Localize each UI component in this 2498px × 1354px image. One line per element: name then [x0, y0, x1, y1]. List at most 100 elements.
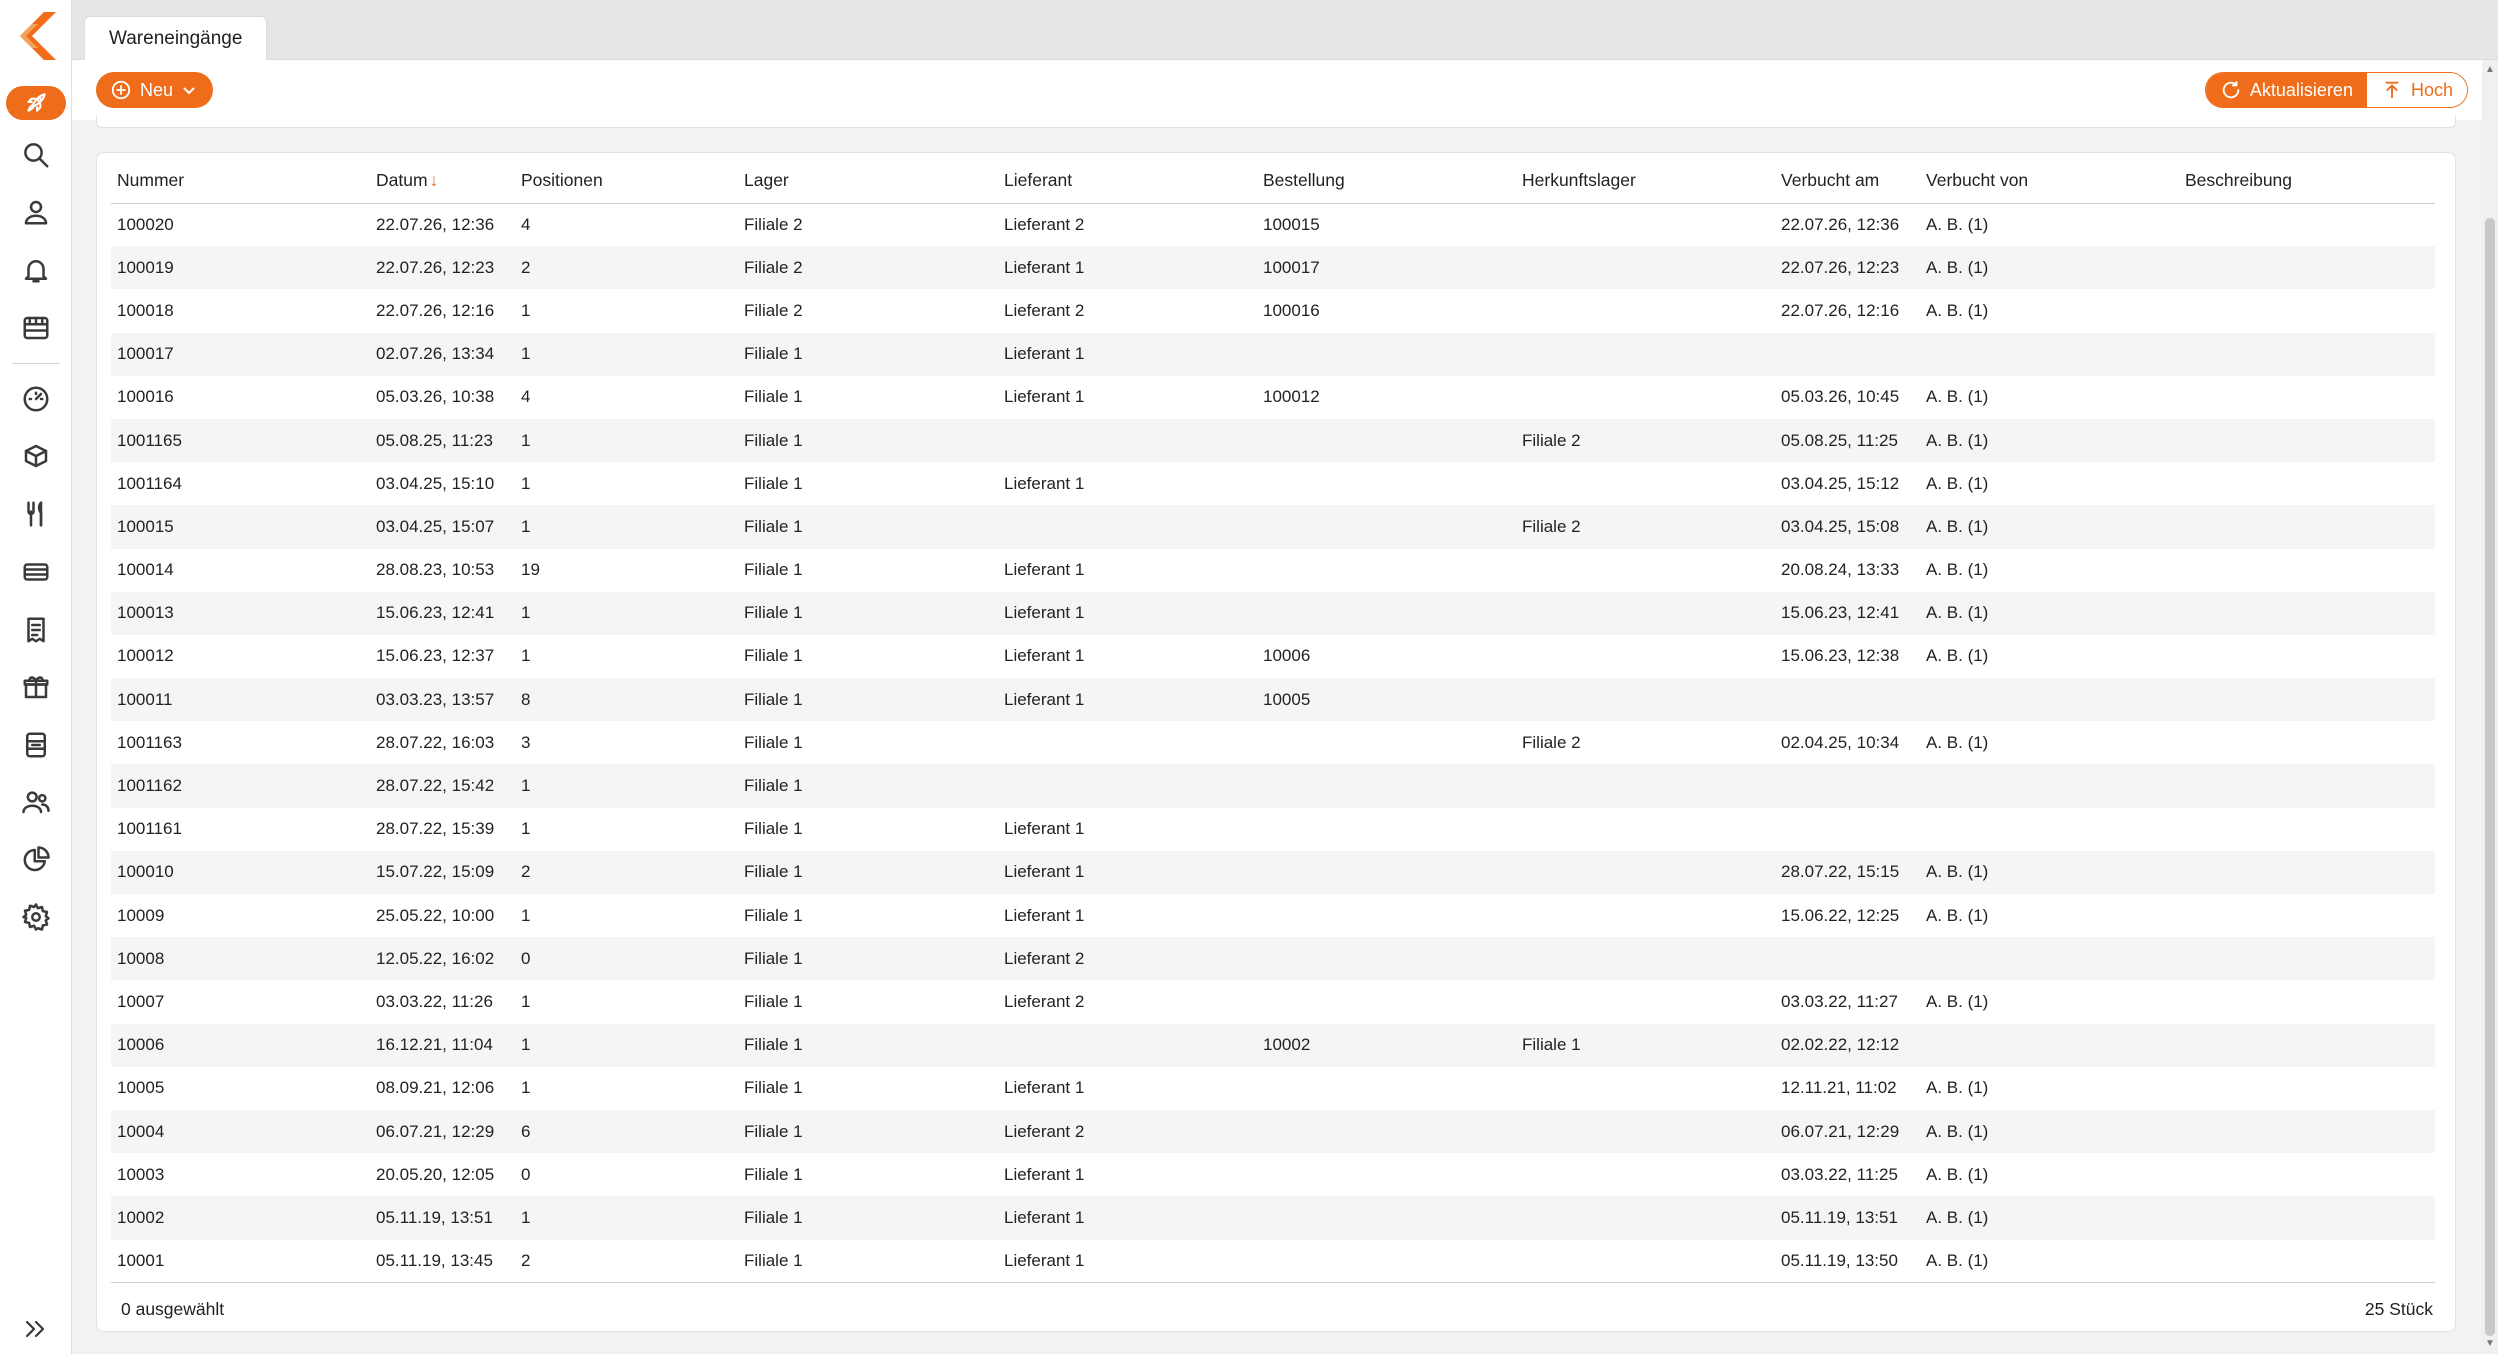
toolbar: Neu Aktualisieren Hoch	[72, 60, 2482, 120]
people-icon[interactable]	[18, 784, 54, 820]
table-row[interactable]: 100020 22.07.26, 12:36 4 Filiale 2 Lieferant…	[111, 203, 2435, 246]
table-cell: 03.03.22, 11:26	[376, 991, 493, 1011]
store-icon[interactable]	[18, 310, 54, 346]
table-row[interactable]: 10009 25.05.22, 10:00 1 Filiale 1 Lieferant …	[111, 894, 2435, 937]
arrow-down-icon: ↓	[429, 170, 439, 191]
rocket-icon[interactable]	[6, 86, 66, 120]
ticket-icon[interactable]	[18, 554, 54, 590]
search-icon[interactable]	[18, 137, 54, 173]
table-cell	[1920, 808, 2179, 851]
table-row[interactable]: 1001164 03.04.25, 15:10 1 Filiale 1 Lieferan…	[111, 462, 2435, 505]
refresh-button[interactable]: Aktualisieren	[2205, 73, 2367, 107]
register-icon[interactable]	[18, 727, 54, 763]
table-row[interactable]: 100011 03.03.23, 13:57 8 Filiale 1 Lieferant…	[111, 678, 2435, 722]
table-row[interactable]: 10003 20.05.20, 12:05 0 Filiale 1 Lieferant …	[111, 1153, 2435, 1196]
table-row[interactable]: 10001 05.11.19, 13:45 2 Filiale 1 Lieferant …	[111, 1239, 2435, 1284]
table-row[interactable]: 100013 15.06.23, 12:41 1 Filiale 1 Lieferant…	[111, 591, 2435, 635]
column-header-datum[interactable]: Datum ↓	[370, 159, 515, 204]
table-row[interactable]: 1001161 28.07.22, 15:39 1 Filiale 1 Lieferan…	[111, 808, 2435, 851]
selection-count: 0 ausgewählt	[121, 1299, 225, 1319]
scroll-up-arrow[interactable]: ▲	[2484, 64, 2496, 76]
table-cell	[2179, 721, 2435, 764]
table-row[interactable]: 1001165 05.08.25, 11:23 1 Filiale 1 Filiale …	[111, 418, 2435, 463]
table-cell: 10005	[117, 1078, 165, 1098]
cutlery-icon[interactable]	[18, 496, 54, 532]
dashboard-icon[interactable]	[18, 381, 54, 417]
tab-bar: Wareneingänge	[72, 0, 2498, 60]
table-cell	[1257, 850, 1516, 894]
table-cell	[1775, 808, 1920, 851]
table-cell: 0	[521, 1164, 531, 1184]
app-logo[interactable]	[14, 10, 58, 62]
goods-receipt-table: Nummer Datum ↓ Positionen Lager Lieferant Best…	[111, 159, 2435, 1284]
column-header-beschreibung[interactable]: Beschreibung	[2179, 159, 2435, 204]
table-cell: 25.05.22, 10:00	[376, 905, 495, 925]
column-header-bestellung[interactable]: Bestellung	[1257, 159, 1516, 204]
column-header-positionen[interactable]: Positionen	[515, 159, 738, 204]
table-cell	[1516, 289, 1775, 332]
table-cell: A. B. (1)	[1926, 732, 1989, 752]
table-row[interactable]: 100010 15.07.22, 15:09 2 Filiale 1 Lieferant…	[111, 850, 2435, 894]
table-cell: 05.03.26, 10:45	[1781, 387, 1900, 407]
table-cell: 05.11.19, 13:45	[370, 1239, 515, 1284]
user-icon[interactable]	[18, 194, 54, 230]
scroll-top-button[interactable]: Hoch	[2366, 73, 2467, 107]
column-header-nummer[interactable]: Nummer	[111, 159, 370, 204]
scroll-down-arrow[interactable]: ▼	[2484, 1338, 2496, 1350]
table-cell: 6	[515, 1109, 738, 1154]
table-cell: Filiale 1	[738, 591, 998, 635]
table-cell: 05.08.25, 11:25	[1775, 418, 1920, 463]
column-header-lieferant[interactable]: Lieferant	[998, 159, 1257, 204]
sidebar	[0, 0, 72, 1354]
column-header-verbucht-am[interactable]: Verbucht am	[1775, 159, 1920, 204]
collapsed-filter-panel[interactable]	[96, 116, 2456, 128]
gift-icon[interactable]	[18, 669, 54, 705]
table-row[interactable]: 100017 02.07.26, 13:34 1 Filiale 1 Lieferant…	[111, 332, 2435, 376]
double-chevron-right-icon[interactable]	[18, 1314, 54, 1344]
pie-chart-icon[interactable]	[18, 842, 54, 878]
table-cell: Lieferant 1	[1004, 819, 1085, 839]
table-row[interactable]: 100018 22.07.26, 12:16 1 Filiale 2 Lieferant…	[111, 289, 2435, 332]
table-row[interactable]: 1001162 28.07.22, 15:42 1 Filiale 1	[111, 764, 2435, 808]
column-header-verbucht-von[interactable]: Verbucht von	[1920, 159, 2179, 204]
column-header-lager[interactable]: Lager	[738, 159, 998, 204]
table-row[interactable]: 100019 22.07.26, 12:23 2 Filiale 2 Lieferant…	[111, 246, 2435, 290]
table-cell: 3	[521, 732, 531, 752]
table-row[interactable]: 1001163 28.07.22, 16:03 3 Filiale 1 Filiale …	[111, 721, 2435, 764]
table-cell: 20.08.24, 13:33	[1781, 560, 1900, 580]
tab-wareneingaenge[interactable]: Wareneingänge	[84, 16, 268, 60]
table-row[interactable]: 10005 08.09.21, 12:06 1 Filiale 1 Lieferant …	[111, 1067, 2435, 1110]
table-cell: 1001164	[117, 473, 182, 493]
scrollbar-thumb[interactable]	[2485, 218, 2495, 1336]
column-header-herkunftslager[interactable]: Herkunftslager	[1516, 159, 1775, 204]
box-icon[interactable]	[18, 438, 54, 474]
table-cell	[1516, 246, 1775, 290]
table-row[interactable]: 10002 05.11.19, 13:51 1 Filiale 1 Lieferant …	[111, 1196, 2435, 1240]
table-cell	[2179, 635, 2435, 678]
table-cell: 15.06.23, 12:38	[1781, 646, 1900, 666]
table-cell	[1257, 462, 1516, 505]
table-cell: A. B. (1)	[1920, 1239, 2179, 1284]
table-row[interactable]: 10004 06.07.21, 12:29 6 Filiale 1 Lieferant …	[111, 1109, 2435, 1154]
receipt-icon[interactable]	[18, 612, 54, 648]
table-row[interactable]: 10007 03.03.22, 11:26 1 Filiale 1 Lieferant …	[111, 980, 2435, 1023]
table-cell	[1920, 1023, 2179, 1067]
gear-icon[interactable]	[18, 899, 54, 935]
table-row[interactable]: 100015 03.04.25, 15:07 1 Filiale 1 Filiale 2…	[111, 505, 2435, 549]
table-row[interactable]: 10008 12.05.22, 16:02 0 Filiale 1 Lieferant …	[111, 937, 2435, 981]
table-cell	[998, 418, 1257, 463]
table-row[interactable]: 100016 05.03.26, 10:38 4 Filiale 1 Lieferant…	[111, 376, 2435, 419]
bell-icon[interactable]	[18, 252, 54, 288]
table-cell	[1516, 1239, 1775, 1284]
table-cell: 15.06.23, 12:41	[1775, 591, 1920, 635]
table-cell	[1920, 937, 2179, 981]
new-button[interactable]: Neu	[96, 72, 214, 108]
table-row[interactable]: 100012 15.06.23, 12:37 1 Filiale 1 Lieferant…	[111, 635, 2435, 678]
table-cell: 03.03.23, 13:57	[370, 678, 515, 722]
table-row[interactable]: 100014 28.08.23, 10:53 19 Filiale 1 Lieferan…	[111, 549, 2435, 592]
table-cell: Lieferant 2	[1004, 300, 1085, 320]
table-row[interactable]: 10006 16.12.21, 11:04 1 Filiale 1 10002 Filia…	[111, 1023, 2435, 1067]
table-cell: Lieferant 1	[1004, 387, 1085, 407]
table-cell	[1516, 1067, 1775, 1110]
table-cell: 10004	[111, 1109, 370, 1154]
